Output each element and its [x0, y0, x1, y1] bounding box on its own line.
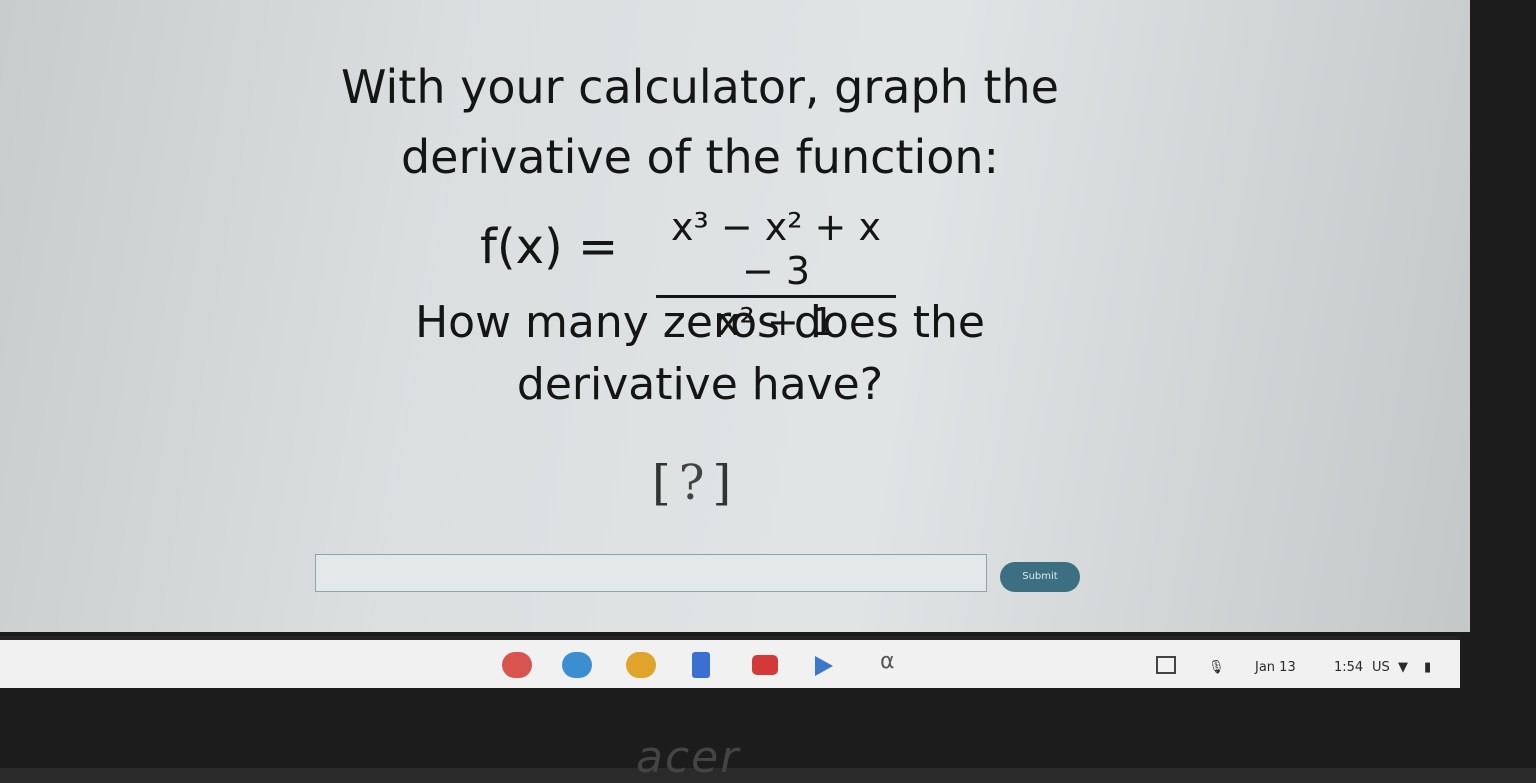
acer-logo: acer [636, 732, 741, 783]
answer-question-mark: ? [678, 455, 705, 511]
screen: With your calculator, graph the derivati… [0, 0, 1536, 783]
equation-lhs: f(x) = [480, 219, 619, 275]
numerator: x³ − x² + x − 3 [671, 205, 881, 293]
question-line-3: How many zeros does the [415, 297, 985, 348]
alpha-app-icon[interactable]: α [880, 651, 902, 674]
display: With your calculator, graph the derivati… [0, 0, 1470, 632]
question-line-4: derivative have? [516, 359, 884, 410]
launcher-icon[interactable] [502, 652, 532, 678]
bracket-close: ] [712, 455, 732, 511]
microphone-icon[interactable]: 🎙 [1208, 660, 1225, 675]
answer-placeholder[interactable]: [?] [652, 455, 731, 511]
question-text: With your calculator, graph the derivati… [300, 52, 1100, 192]
equation: f(x) = x³ − x² + x − 3 x² + 1 [480, 205, 920, 344]
chrome-icon[interactable] [626, 652, 656, 678]
question-line-2: derivative of the function: [400, 130, 1000, 184]
time-text: 1:54 [1334, 660, 1364, 675]
docs-icon[interactable] [692, 652, 710, 678]
screen-capture-icon[interactable] [1156, 656, 1176, 674]
battery-icon[interactable]: ▮ [1424, 660, 1431, 675]
answer-input[interactable] [315, 554, 987, 592]
play-store-icon[interactable] [815, 656, 833, 676]
date-text: Jan 13 [1255, 660, 1296, 675]
wifi-icon[interactable]: ▼ [1398, 660, 1408, 675]
locale-text: US [1372, 660, 1390, 675]
youtube-icon[interactable] [752, 655, 778, 675]
question-text-2: How many zeros does the derivative have? [300, 292, 1100, 416]
question-line-1: With your calculator, graph the [341, 60, 1059, 114]
files-icon[interactable] [562, 652, 592, 678]
submit-button[interactable]: Submit [1000, 562, 1080, 592]
chromeos-shelf: α 🎙 Jan 13 1:54 US ▼ ▮ [0, 636, 1460, 688]
bracket-open: [ [652, 455, 671, 511]
